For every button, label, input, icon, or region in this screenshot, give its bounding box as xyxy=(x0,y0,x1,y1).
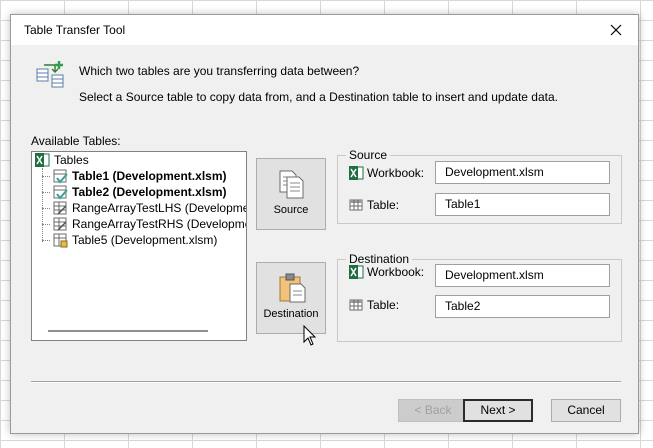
table-edit-icon xyxy=(53,217,67,231)
table-icon xyxy=(349,199,363,211)
excel-icon xyxy=(35,153,50,167)
table-check-icon xyxy=(53,169,68,184)
source-button-label: Source xyxy=(273,204,309,216)
title-bar: Table Transfer Tool xyxy=(11,15,638,45)
tree-item-label: RangeArrayTestRHS (Development.xlsm) xyxy=(72,217,246,231)
source-group: Source Workbook: Development.xlsm Table:… xyxy=(337,148,622,224)
available-tables-label: Available Tables: xyxy=(31,134,121,148)
destination-group: Destination Workbook: Development.xlsm T… xyxy=(337,252,622,342)
tree-item-label: Table5 (Development.xlsm) xyxy=(72,233,218,247)
instruction-text: Select a Source table to copy data from,… xyxy=(79,90,558,104)
destination-workbook-label: Workbook: xyxy=(367,265,425,279)
mouse-pointer-icon xyxy=(303,325,317,346)
destination-table-field[interactable]: Table2 xyxy=(435,295,610,318)
table-icon xyxy=(349,299,363,311)
table-check-icon xyxy=(53,185,68,200)
source-button[interactable]: Source xyxy=(256,158,326,230)
excel-icon xyxy=(349,265,364,279)
destination-table-label: Table: xyxy=(367,298,400,312)
transfer-tables-icon xyxy=(36,61,64,88)
next-button[interactable]: Next > xyxy=(463,399,533,422)
source-table-label: Table: xyxy=(367,198,400,212)
tree-item-label: Table2 (Development.xlsm) xyxy=(72,185,227,199)
tree-item-label: Table1 (Development.xlsm) xyxy=(72,169,227,183)
destination-button-label: Destination xyxy=(263,308,319,320)
excel-icon xyxy=(349,166,364,180)
copy-pages-icon xyxy=(279,170,304,199)
close-button[interactable] xyxy=(594,15,638,45)
table-transfer-dialog: Table Transfer Tool Which two tables are… xyxy=(10,14,639,434)
window-title: Table Transfer Tool xyxy=(24,23,126,37)
table-lock-icon xyxy=(53,233,68,248)
source-table-field[interactable]: Table1 xyxy=(435,193,610,216)
tree-root-label: Tables xyxy=(54,153,89,167)
source-workbook-label: Workbook: xyxy=(367,166,425,180)
clipboard-paste-icon xyxy=(279,273,306,303)
available-tables-tree[interactable]: Tables Table1 (Development.xlsm) Table2 … xyxy=(31,151,247,341)
footer-divider xyxy=(31,381,621,383)
source-workbook-field[interactable]: Development.xlsm xyxy=(435,161,610,184)
destination-button[interactable]: Destination xyxy=(256,262,326,334)
available-tables-label-text: Available Tables: xyxy=(31,134,121,148)
tree-item-label: RangeArrayTestLHS (Development.xlsm) xyxy=(72,201,246,215)
table-edit-icon xyxy=(53,201,67,215)
back-button[interactable]: < Back xyxy=(398,399,468,422)
question-text: Which two tables are you transferring da… xyxy=(79,64,360,78)
close-icon xyxy=(610,24,622,36)
destination-workbook-field[interactable]: Development.xlsm xyxy=(435,264,610,287)
cancel-button[interactable]: Cancel xyxy=(551,399,621,422)
horizontal-scrollbar[interactable] xyxy=(48,330,208,332)
source-group-title: Source xyxy=(346,148,391,162)
